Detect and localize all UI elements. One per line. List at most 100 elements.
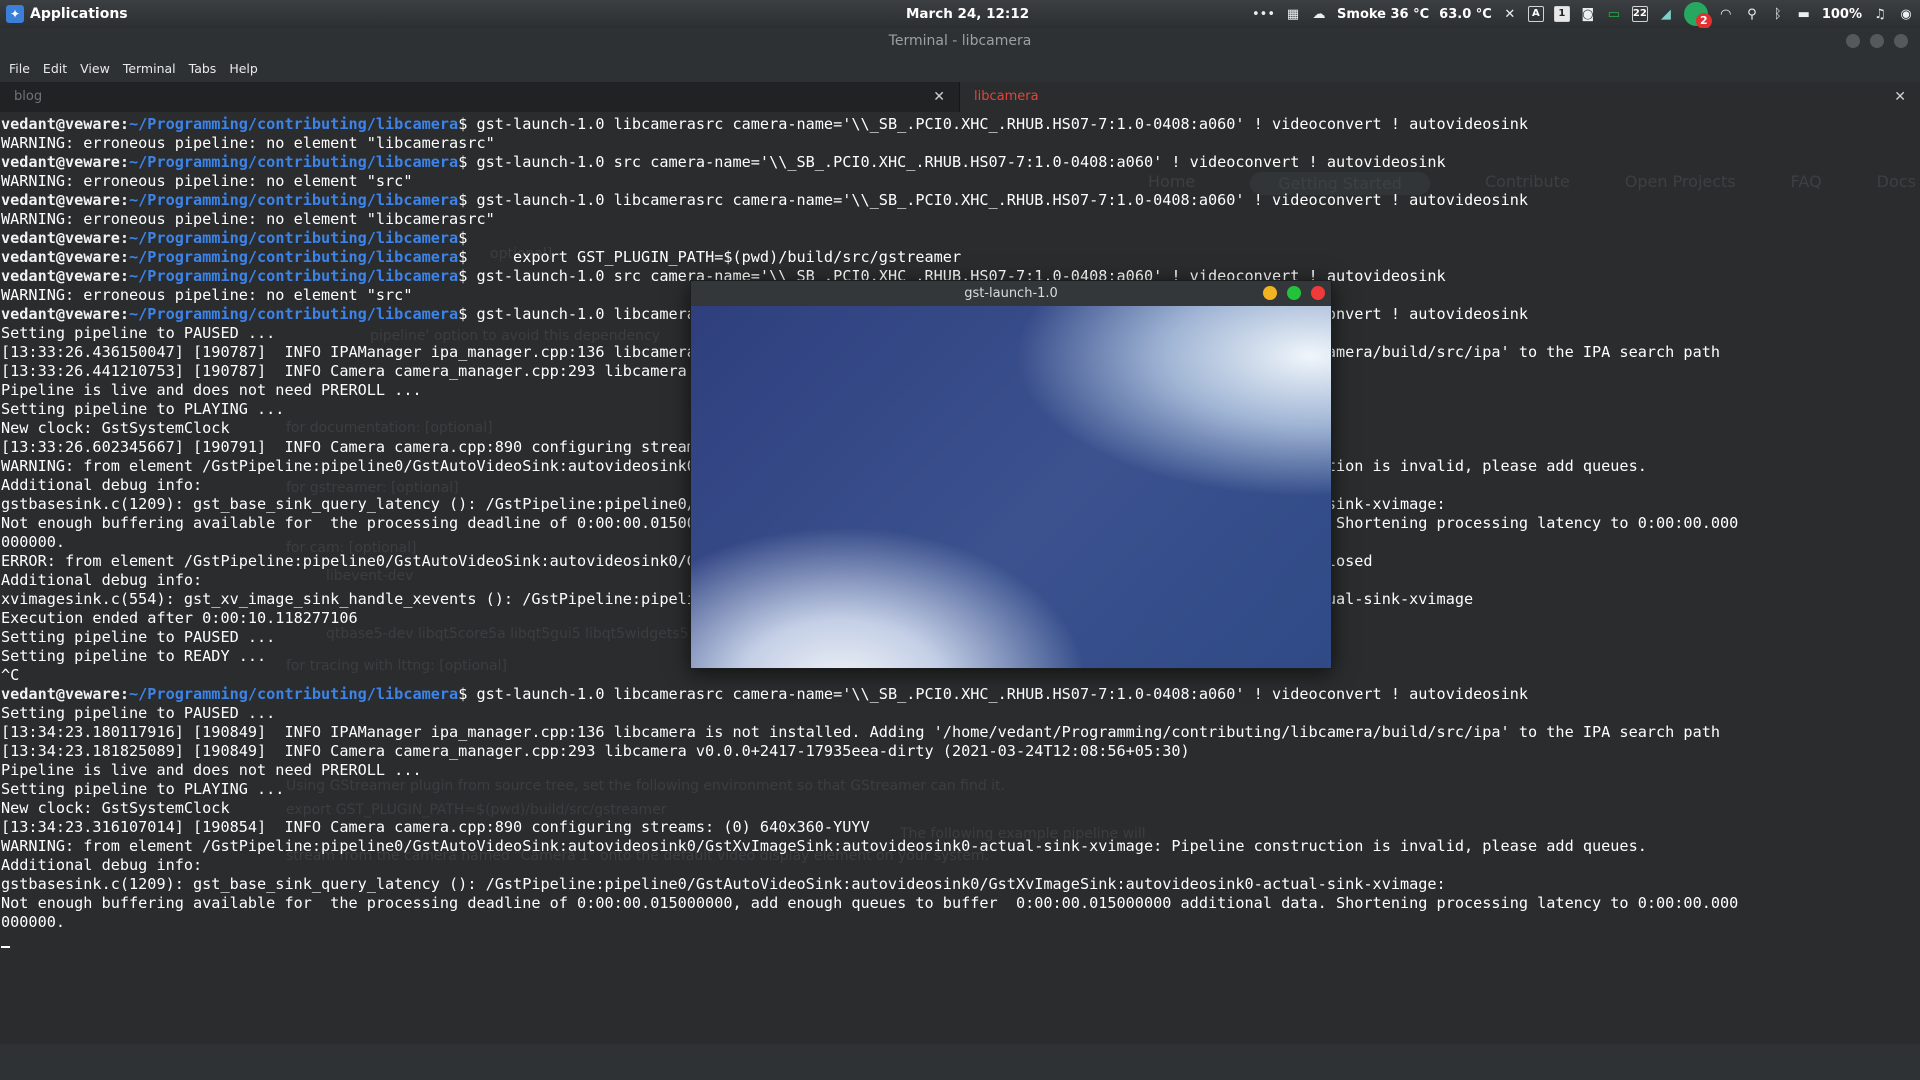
prompt-line: vedant@veware:~/Programming/contributing… (1, 685, 1738, 704)
screenshot-icon[interactable]: ◙ (1580, 7, 1596, 22)
terminal-titlebar[interactable]: Terminal - libcamera (0, 28, 1920, 55)
music-icon[interactable]: ♫ (1872, 7, 1888, 22)
command-text: $ gst-launch-1.0 libcamerasrc camera-nam… (458, 191, 1528, 209)
gst-close-button[interactable] (1311, 286, 1325, 300)
prompt-path: ~/Programming/contributing/libcamera (129, 685, 459, 703)
prompt-user: vedant@veware: (1, 191, 130, 209)
gst-video-window[interactable]: gst-launch-1.0 (690, 280, 1332, 669)
battery-icon[interactable]: ▬ (1796, 7, 1812, 22)
prompt-line: vedant@veware:~/Programming/contributing… (1, 191, 1738, 210)
prompt-user: vedant@veware: (1, 229, 130, 247)
output-line: Additional debug info: (1, 856, 203, 874)
menu-view[interactable]: View (80, 61, 110, 76)
output-line: 000000. (1, 913, 66, 931)
tab-blog[interactable]: blog ✕ (0, 82, 960, 112)
prompt-path: ~/Programming/contributing/libcamera (129, 153, 459, 171)
weather-text[interactable]: Smoke 36 °C (1337, 7, 1429, 22)
gst-window-titlebar[interactable]: gst-launch-1.0 (691, 281, 1331, 306)
system-tray: ••• ▦ ☁ Smoke 36 °C 63.0 °C ✕ A 1 ◙ ▭ 22… (1252, 0, 1914, 29)
menu-file[interactable]: File (9, 61, 30, 76)
weather-icon[interactable]: ☁ (1311, 7, 1327, 22)
tab-label: libcamera (974, 89, 1039, 104)
workspace-indicator[interactable]: 1 (1553, 6, 1570, 22)
prompt-line: vedant@veware:~/Programming/contributing… (1, 153, 1738, 172)
menu-tabs[interactable]: Tabs (189, 61, 217, 76)
prompt-user: vedant@veware: (1, 153, 130, 171)
prompt-user: vedant@veware: (1, 267, 130, 285)
cpu-temp-text[interactable]: 63.0 °C (1439, 7, 1492, 22)
output-line: Setting pipeline to PLAYING ... (1, 780, 285, 798)
prompt-user: vedant@veware: (1, 115, 130, 133)
prompt-user: vedant@veware: (1, 305, 130, 323)
tab-close-icon[interactable]: ✕ (933, 82, 945, 112)
output-line: Pipeline is live and does not need PRERO… (1, 761, 422, 779)
gst-window-controls (1263, 286, 1325, 300)
battery-percent[interactable]: 100% (1822, 7, 1862, 22)
prompt-path: ~/Programming/contributing/libcamera (129, 305, 459, 323)
tools-icon[interactable]: ✕ (1502, 7, 1518, 22)
applications-logo-icon: ✦ (6, 5, 24, 23)
command-text: $ gst-launch-1.0 src camera-name='\\_SB_… (458, 153, 1446, 171)
camera-video-frame (691, 306, 1331, 668)
output-line: WARNING: from element /GstPipeline:pipel… (1, 837, 1647, 855)
prompt-path: ~/Programming/contributing/libcamera (129, 115, 459, 133)
output-line: [13:34:23.181825089] [190849] INFO Camer… (1, 742, 1190, 760)
system-monitor-icon[interactable]: ◢ (1658, 7, 1674, 22)
menu-terminal[interactable]: Terminal (123, 61, 176, 76)
output-line: Setting pipeline to PAUSED ... (1, 704, 276, 722)
more-icon[interactable]: ••• (1252, 7, 1275, 22)
command-text: $ export GST_PLUGIN_PATH=$(pwd)/build/sr… (458, 248, 962, 266)
output-line: New clock: GstSystemClock (1, 799, 230, 817)
menu-edit[interactable]: Edit (43, 61, 67, 76)
app-grid-icon[interactable]: ▦ (1285, 7, 1301, 22)
wifi-icon[interactable]: ◠ (1718, 7, 1734, 22)
prompt-path: ~/Programming/contributing/libcamera (129, 267, 459, 285)
prompt-path: ~/Programming/contributing/libcamera (129, 229, 459, 247)
tab-label: blog (14, 89, 43, 104)
gst-minimize-button[interactable] (1263, 286, 1277, 300)
close-button[interactable] (1894, 34, 1908, 48)
output-line: Not enough buffering available for the p… (1, 894, 1739, 912)
command-text: $ (458, 229, 477, 247)
prompt-path: ~/Programming/contributing/libcamera (129, 248, 459, 266)
panel-clock[interactable]: March 24, 12:12 (906, 6, 1029, 22)
applications-label: Applications (30, 6, 128, 22)
notification-count-badge: 2 (1695, 13, 1712, 29)
ghost-nav-item: FAQ (1790, 172, 1822, 191)
terminal-bottom-bar (0, 1044, 1920, 1080)
output-line: gstbasesink.c(1209): gst_base_sink_query… (1, 875, 1446, 893)
tab-close-icon[interactable]: ✕ (1894, 82, 1906, 112)
tab-bar: blog ✕ libcamera ✕ (0, 82, 1920, 112)
bluetooth-icon[interactable]: ᛒ (1770, 7, 1786, 22)
messenger-app-icon[interactable]: 2 (1683, 2, 1712, 29)
location-icon[interactable]: ⚲ (1744, 7, 1760, 22)
menu-help[interactable]: Help (229, 61, 258, 76)
prompt-line: vedant@veware:~/Programming/contributing… (1, 248, 1738, 267)
output-line: WARNING: erroneous pipeline: no element … (1, 134, 495, 152)
gst-maximize-button[interactable] (1287, 286, 1301, 300)
terminal-title: Terminal - libcamera (888, 33, 1032, 49)
top-panel: ✦ Applications March 24, 12:12 ••• ▦ ☁ S… (0, 0, 1920, 29)
input-line[interactable] (1, 932, 1738, 951)
output-line: [13:34:23.316107014] [190854] INFO Camer… (1, 818, 870, 836)
gst-window-title: gst-launch-1.0 (964, 286, 1058, 301)
window-controls (1846, 34, 1908, 48)
prompt-line: vedant@veware:~/Programming/contributing… (1, 115, 1738, 134)
maximize-button[interactable] (1870, 34, 1884, 48)
terminal-menubar: File Edit View Terminal Tabs Help (0, 55, 1920, 82)
command-text: $ gst-launch-1.0 libcamerasrc camera-nam… (458, 685, 1528, 703)
output-line: [13:34:23.180117916] [190849] INFO IPAMa… (1, 723, 1721, 741)
minimize-button[interactable] (1846, 34, 1860, 48)
output-line: WARNING: erroneous pipeline: no element … (1, 172, 413, 190)
user-icon[interactable]: ◉ (1898, 7, 1914, 22)
monitor-icon[interactable]: ▭ (1606, 7, 1622, 22)
keyboard-layout-indicator[interactable]: A (1527, 6, 1544, 22)
ghost-nav-item: Docs (1876, 172, 1916, 191)
output-line: WARNING: erroneous pipeline: no element … (1, 210, 495, 228)
prompt-user: vedant@veware: (1, 248, 130, 266)
text-cursor (1, 932, 10, 948)
tab-libcamera[interactable]: libcamera ✕ (960, 82, 1920, 112)
applications-menu-button[interactable]: ✦ Applications (6, 0, 128, 28)
prompt-path: ~/Programming/contributing/libcamera (129, 191, 459, 209)
chat-app-icon[interactable]: 22 (1631, 6, 1648, 22)
